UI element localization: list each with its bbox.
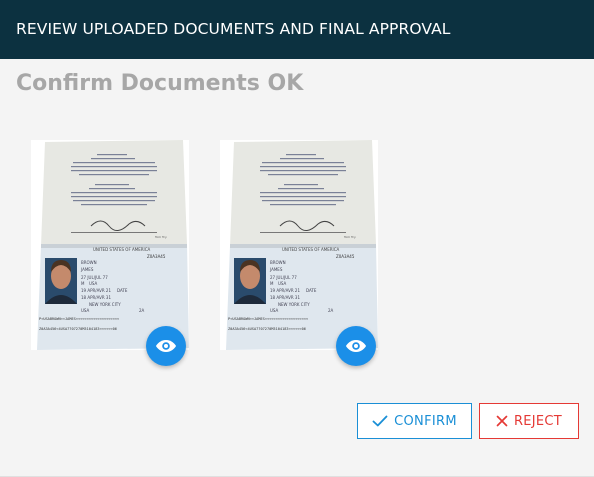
svg-text:18 APR/AVR 31: 18 APR/AVR 31 [81, 295, 111, 300]
svg-text:M: M [81, 281, 85, 286]
app-header: REVIEW UPLOADED DOCUMENTS AND FINAL APPR… [0, 0, 594, 59]
view-document-button[interactable] [336, 326, 376, 366]
svg-text:NEW YORK CITY: NEW YORK CITY [89, 302, 121, 307]
eye-icon [346, 340, 366, 352]
confirm-label: CONFIRM [394, 413, 457, 429]
confirm-button[interactable]: CONFIRM [357, 403, 472, 439]
svg-text:Z0A3A45: Z0A3A45 [336, 254, 355, 259]
svg-text:UNITED STATES OF AMERICA: UNITED STATES OF AMERICA [282, 247, 339, 252]
svg-text:NEW YORK CITY: NEW YORK CITY [278, 302, 310, 307]
svg-text:27 JUL/JUL 77: 27 JUL/JUL 77 [270, 275, 297, 280]
svg-text:19 APR/AVR 21: 19 APR/AVR 21 [270, 288, 300, 293]
svg-text:JAMES: JAMES [80, 267, 94, 272]
svg-text:BROWN: BROWN [81, 260, 97, 265]
svg-text:JAMES: JAMES [269, 267, 283, 272]
header-title: REVIEW UPLOADED DOCUMENTS AND FINAL APPR… [16, 20, 451, 38]
svg-text:Z0A3A456<4USA7707270M3104183<<: Z0A3A456<4USA7707270M3104183<<<<<<06 [39, 327, 117, 331]
document-card: Tom Tcy UNITED STATES OF AMERICA Z0A3A45… [31, 140, 189, 366]
reject-button[interactable]: REJECT [479, 403, 579, 439]
svg-text:DATE: DATE [117, 288, 128, 293]
svg-text:USA: USA [278, 281, 287, 286]
svg-text:Z0A3A456<4USA7707270M3104183<<: Z0A3A456<4USA7707270M3104183<<<<<<06 [228, 327, 306, 331]
svg-text:19 APR/AVR 21: 19 APR/AVR 21 [81, 288, 111, 293]
svg-text:18 APR/AVR 31: 18 APR/AVR 31 [270, 295, 300, 300]
document-card: Tom Tcy UNITED STATES OF AMERICA Z0A3A45… [220, 140, 378, 366]
svg-text:P<USABROWN<<JAMES<<<<<<<<<<<<<: P<USABROWN<<JAMES<<<<<<<<<<<<<<<<<<<< [39, 317, 120, 321]
svg-text:USA: USA [270, 308, 279, 313]
eye-icon [156, 340, 176, 352]
svg-text:2A: 2A [139, 308, 145, 313]
svg-text:USA: USA [89, 281, 98, 286]
svg-text:USA: USA [81, 308, 90, 313]
passport-image: Tom Tcy UNITED STATES OF AMERICA Z0A3A45… [220, 140, 378, 350]
svg-text:BROWN: BROWN [270, 260, 286, 265]
reject-label: REJECT [513, 413, 563, 429]
svg-text:UNITED STATES OF AMERICA: UNITED STATES OF AMERICA [93, 247, 150, 252]
svg-text:DATE: DATE [306, 288, 317, 293]
svg-text:M: M [270, 281, 274, 286]
check-icon [372, 415, 388, 427]
close-icon [496, 415, 508, 427]
svg-text:Z0A3A45: Z0A3A45 [147, 254, 166, 259]
page-title: Confirm Documents OK [16, 71, 304, 96]
view-document-button[interactable] [146, 326, 186, 366]
passport-image: Tom Tcy UNITED STATES OF AMERICA Z0A3A45… [31, 140, 189, 350]
svg-text:2A: 2A [328, 308, 334, 313]
svg-text:P<USABROWN<<JAMES<<<<<<<<<<<<<: P<USABROWN<<JAMES<<<<<<<<<<<<<<<<<<<< [228, 317, 309, 321]
svg-text:Tom Tcy: Tom Tcy [154, 235, 167, 239]
svg-text:Tom Tcy: Tom Tcy [343, 235, 356, 239]
svg-text:27 JUL/JUL 77: 27 JUL/JUL 77 [81, 275, 108, 280]
